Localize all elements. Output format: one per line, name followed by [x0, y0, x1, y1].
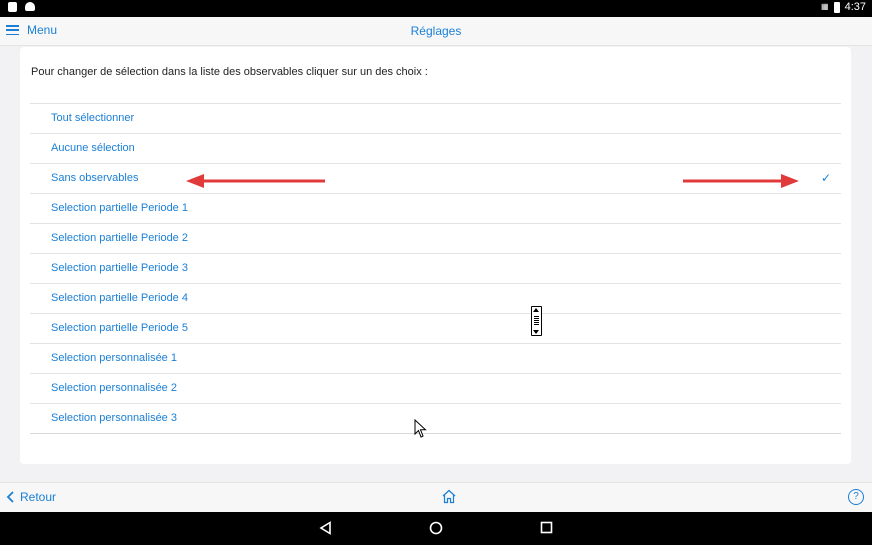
mouse-cursor-icon	[414, 419, 427, 438]
help-button[interactable]: ?	[848, 489, 864, 505]
right-arrow-annotation	[683, 174, 799, 188]
option-row[interactable]: Selection partielle Periode 2	[30, 224, 841, 254]
option-row[interactable]: Selection partielle Periode 3	[30, 254, 841, 284]
option-label: Selection personnalisée 1	[51, 352, 177, 364]
recents-square-icon[interactable]	[540, 521, 553, 534]
scroll-up-icon	[533, 308, 539, 312]
settings-card: Pour changer de sélection dans la liste …	[20, 47, 851, 464]
back-triangle-icon[interactable]	[319, 521, 332, 535]
page-title: Réglages	[410, 24, 462, 38]
option-label: Selection partielle Periode 5	[51, 322, 188, 334]
bottom-bar: Retour ?	[0, 482, 872, 512]
checkmark-icon: ✓	[820, 171, 831, 185]
option-label: Selection partielle Periode 2	[51, 232, 188, 244]
scroll-grip-icon	[534, 316, 539, 326]
option-row[interactable]: Selection personnalisée 3	[30, 404, 841, 434]
option-label: Selection personnalisée 3	[51, 412, 177, 424]
option-label: Selection partielle Periode 1	[51, 202, 188, 214]
sd-card-icon	[8, 2, 17, 12]
scroll-down-icon	[533, 330, 539, 334]
option-row[interactable]: Selection personnalisée 2	[30, 374, 841, 404]
chevron-left-icon	[6, 491, 14, 503]
top-bar: Menu Réglages	[0, 17, 872, 46]
home-icon[interactable]	[441, 489, 457, 504]
option-row[interactable]: Aucune sélection	[30, 134, 841, 164]
option-row[interactable]: Selection personnalisée 1	[30, 344, 841, 374]
option-row[interactable]: Selection partielle Periode 4	[30, 284, 841, 314]
option-row[interactable]: Selection partielle Periode 1	[30, 194, 841, 224]
back-button[interactable]: Retour	[6, 490, 56, 504]
option-row[interactable]: Selection partielle Periode 5	[30, 314, 841, 344]
option-label: Selection partielle Periode 4	[51, 292, 188, 304]
option-label: Aucune sélection	[51, 142, 135, 154]
option-label: Sans observables	[51, 172, 139, 184]
back-label: Retour	[20, 490, 57, 504]
option-row[interactable]: Tout sélectionner	[30, 104, 841, 134]
no-sim-icon: ▦	[821, 2, 829, 11]
home-circle-icon[interactable]	[429, 521, 443, 535]
android-icon	[25, 2, 35, 11]
option-label: Selection partielle Periode 3	[51, 262, 188, 274]
status-bar: ▦ 4:37	[0, 0, 872, 17]
android-nav-bar	[0, 512, 872, 545]
battery-icon	[833, 1, 840, 13]
instruction-text: Pour changer de sélection dans la liste …	[31, 66, 428, 78]
status-time: 4:37	[844, 1, 866, 13]
scroll-handle[interactable]	[531, 306, 542, 336]
left-arrow-annotation	[186, 174, 325, 188]
option-label: Tout sélectionner	[51, 112, 135, 124]
option-label: Selection personnalisée 2	[51, 382, 177, 394]
options-list: Tout sélectionner Aucune sélection Sans …	[30, 103, 841, 434]
